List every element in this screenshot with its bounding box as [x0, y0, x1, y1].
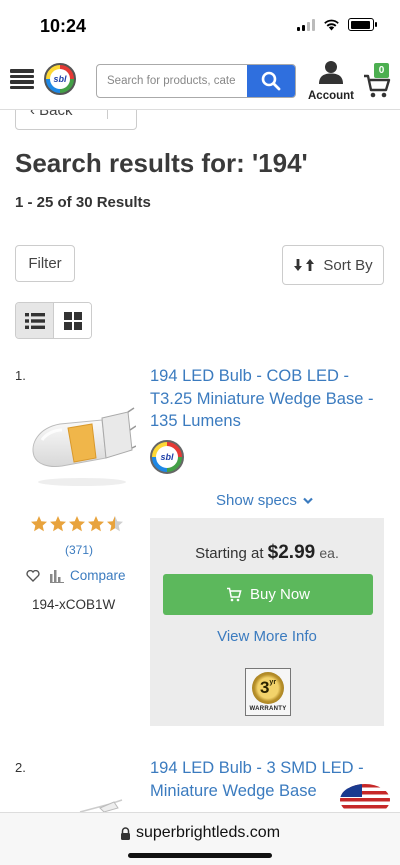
- warranty-years-suffix: yr: [269, 679, 277, 686]
- product-index: 2.: [15, 760, 26, 775]
- review-count-link[interactable]: (371): [65, 543, 93, 557]
- cart-count-badge: 0: [374, 63, 389, 78]
- search-input[interactable]: [97, 65, 249, 97]
- sort-arrows-icon: [294, 259, 315, 271]
- battery-icon: [348, 18, 377, 31]
- sort-button-label: Sort By: [323, 256, 373, 274]
- brand-logo: sbl: [150, 440, 184, 474]
- home-indicator[interactable]: [128, 853, 272, 858]
- list-view-button[interactable]: [16, 303, 54, 338]
- view-more-info-link[interactable]: View More Info: [150, 628, 384, 645]
- url-domain: superbrightleds.com: [135, 824, 281, 841]
- cart-button[interactable]: 0: [362, 63, 392, 98]
- status-time: 10:24: [40, 16, 87, 36]
- view-toggle: [15, 302, 92, 339]
- user-icon: [319, 61, 343, 84]
- bar-chart-icon: [50, 569, 64, 583]
- us-flag-icon[interactable]: [340, 780, 390, 814]
- wishlist-compare-row: Compare: [26, 568, 126, 583]
- price-panel: Starting at $2.99 ea. Buy Now View More …: [150, 518, 384, 726]
- product-price: $2.99: [267, 542, 316, 563]
- search-icon: [261, 71, 281, 91]
- price-prefix: Starting at: [195, 545, 264, 562]
- page-title: Search results for: '194': [15, 148, 308, 178]
- brand-logo-text: sbl: [156, 446, 178, 468]
- product-index: 1.: [15, 368, 26, 383]
- list-view-icon: [24, 312, 45, 329]
- star-icon: [88, 516, 104, 532]
- site-logo-text: sbl: [50, 69, 70, 89]
- product-image[interactable]: [28, 398, 136, 488]
- star-icon: [69, 516, 85, 532]
- wifi-icon: [324, 19, 339, 31]
- star-icon: [31, 516, 47, 532]
- warranty-years-number: 3: [259, 678, 270, 697]
- show-specs-label: Show specs: [216, 492, 297, 509]
- grid-view-icon: [63, 311, 82, 330]
- buy-now-button[interactable]: Buy Now: [163, 574, 373, 615]
- site-logo[interactable]: sbl: [44, 63, 76, 95]
- price-unit: ea.: [319, 545, 339, 561]
- star-icon: [50, 516, 66, 532]
- grid-view-button[interactable]: [54, 303, 91, 338]
- buy-now-label: Buy Now: [249, 586, 311, 603]
- url-display: superbrightleds.com: [0, 824, 400, 842]
- warranty-years: 3 yr: [252, 672, 284, 704]
- browser-url-bar[interactable]: superbrightleds.com: [0, 812, 400, 865]
- status-bar: 10:24: [0, 0, 400, 52]
- product-title-link[interactable]: 194 LED Bulb - COB LED - T3.25 Miniature…: [150, 365, 384, 433]
- site-header: sbl Account 0: [0, 52, 400, 110]
- status-icons: [297, 18, 377, 31]
- account-button[interactable]: Account: [306, 60, 356, 102]
- lock-icon: [120, 826, 130, 840]
- cart-icon: [226, 587, 242, 602]
- chevron-down-icon: [303, 497, 313, 504]
- warranty-badge: 3 yr WARRANTY: [245, 668, 291, 716]
- results-count: 1 - 25 of 30 Results: [15, 194, 151, 211]
- compare-label: Compare: [70, 568, 126, 583]
- account-label: Account: [308, 90, 354, 102]
- star-rating: [30, 515, 124, 533]
- heart-icon[interactable]: [26, 569, 40, 582]
- filter-button[interactable]: Filter: [15, 245, 75, 282]
- cellular-signal-icon: [297, 18, 315, 31]
- show-specs-toggle[interactable]: Show specs: [216, 492, 313, 509]
- sort-button[interactable]: Sort By: [282, 245, 384, 285]
- hamburger-menu-icon[interactable]: [10, 69, 34, 89]
- compare-button[interactable]: Compare: [50, 568, 126, 583]
- warranty-label: WARRANTY: [249, 706, 287, 712]
- search-box: [96, 64, 296, 98]
- search-button[interactable]: [247, 65, 295, 97]
- price-line: Starting at $2.99 ea.: [150, 542, 384, 564]
- star-icon: [107, 516, 123, 532]
- product-sku: 194-xCOB1W: [32, 597, 116, 612]
